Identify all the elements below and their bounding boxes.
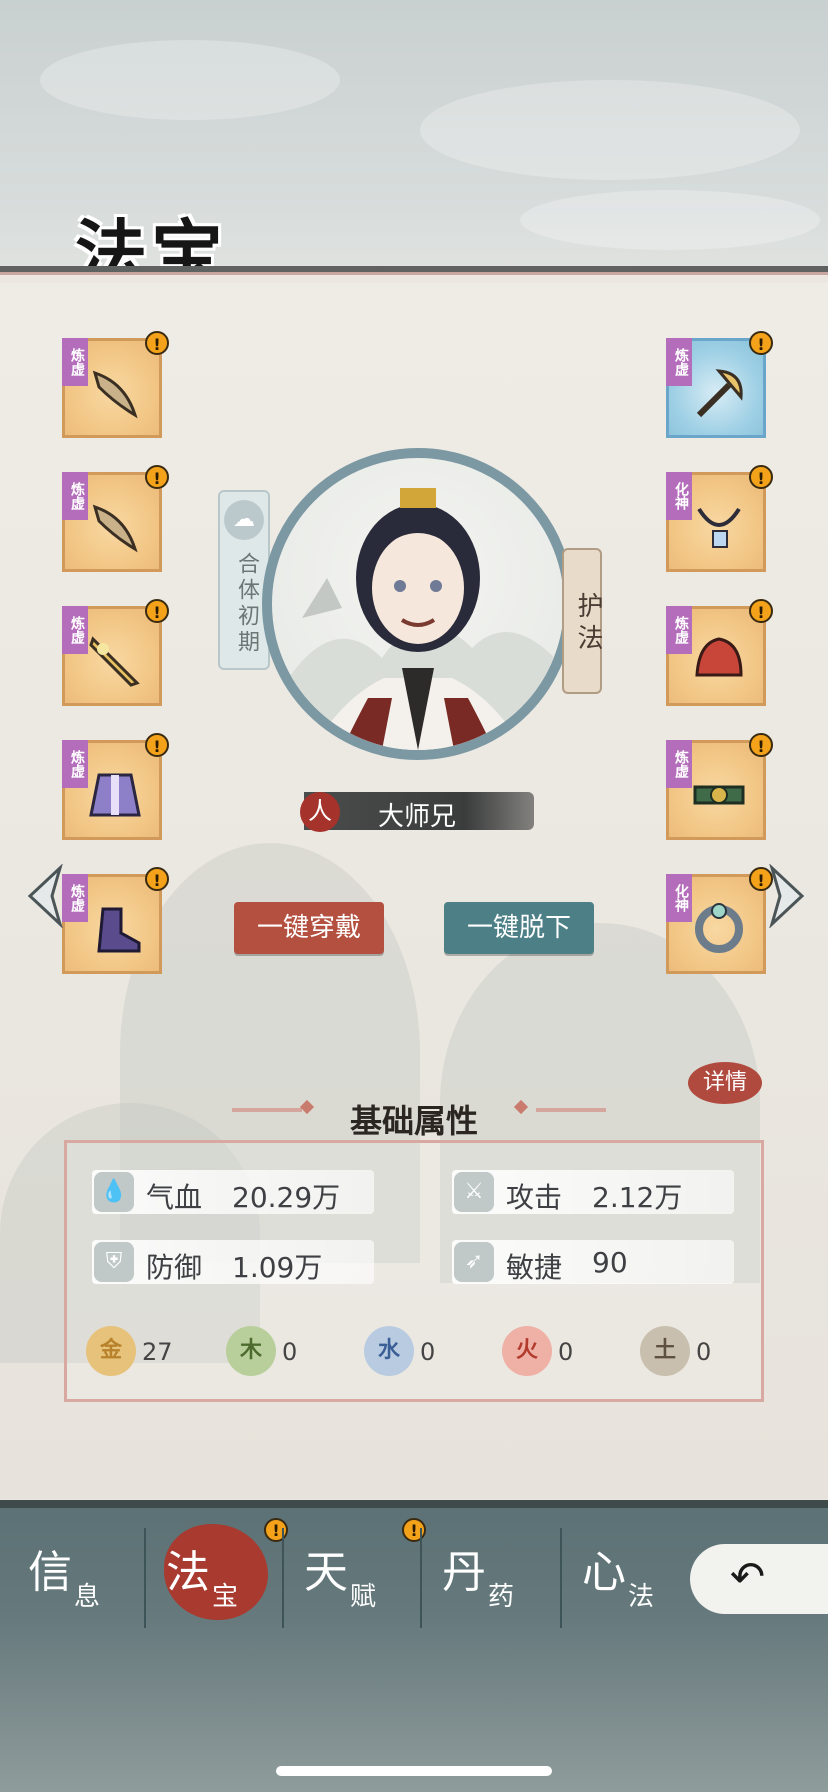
stat-value: 90 bbox=[592, 1246, 628, 1279]
element-affinity-4: 火0 bbox=[502, 1326, 622, 1376]
alert-icon: ! bbox=[145, 733, 169, 757]
cloud-icon: ☁ bbox=[224, 500, 264, 540]
alert-icon: ! bbox=[145, 465, 169, 489]
alert-icon: ! bbox=[145, 599, 169, 623]
red-helmet-icon bbox=[695, 637, 743, 677]
section-title: 基础属性 bbox=[349, 1102, 478, 1140]
tab-main-char: 法 bbox=[166, 1547, 210, 1598]
stat-4: ➶ 敏捷 90 bbox=[452, 1240, 734, 1284]
tab-sub-char: 药 bbox=[488, 1582, 515, 1612]
element-value: 0 bbox=[282, 1338, 298, 1366]
element-value: 27 bbox=[142, 1338, 173, 1366]
tab-separator bbox=[144, 1528, 146, 1628]
element-value: 0 bbox=[696, 1338, 712, 1366]
realm-label: 合体初期 bbox=[234, 552, 259, 656]
golden-sword-icon bbox=[89, 636, 140, 687]
stat-label: 气血 bbox=[146, 1181, 203, 1214]
alert-icon: ! bbox=[145, 867, 169, 891]
element-value: 0 bbox=[420, 1338, 436, 1366]
stat-label: 敏捷 bbox=[506, 1251, 563, 1284]
ring-icon bbox=[695, 903, 743, 953]
blood-drop-icon: 💧 bbox=[94, 1172, 134, 1212]
alert-icon: ! bbox=[749, 599, 773, 623]
element-icon: 土 bbox=[640, 1326, 690, 1376]
alert-icon: ! bbox=[749, 465, 773, 489]
next-arrow-icon[interactable] bbox=[766, 864, 810, 928]
alert-icon: ! bbox=[749, 733, 773, 757]
wing-icon: ➶ bbox=[454, 1242, 494, 1282]
left-equip-slot-4[interactable]: 炼虚! bbox=[62, 733, 169, 840]
robe-armor-icon bbox=[89, 773, 141, 817]
tab-separator bbox=[560, 1528, 562, 1628]
tab-main-char: 天 bbox=[304, 1547, 348, 1598]
element-affinity-2: 木0 bbox=[226, 1326, 346, 1376]
left-equip-slot-2[interactable]: 炼虚! bbox=[62, 465, 169, 572]
nav-tab-5[interactable]: 心法 bbox=[562, 1530, 702, 1620]
curved-blade-icon bbox=[92, 504, 138, 553]
back-button[interactable]: ↶ bbox=[690, 1544, 828, 1614]
right-equip-slot-1[interactable]: 炼虚! bbox=[666, 331, 773, 438]
belt-icon bbox=[693, 785, 745, 805]
character-art bbox=[272, 488, 564, 750]
left-equip-slot-3[interactable]: 炼虚! bbox=[62, 599, 169, 706]
alert-icon: ! bbox=[749, 331, 773, 355]
nav-tab-1[interactable]: 信息 bbox=[8, 1530, 148, 1620]
element-affinity-1: 金 27 bbox=[86, 1326, 206, 1376]
stat-1: 💧 气血 20.29万 bbox=[92, 1170, 374, 1214]
attack-icon: ⚔ bbox=[454, 1172, 494, 1212]
stat-2: ⚔ 攻击 2.12万 bbox=[452, 1170, 734, 1214]
guardian-label: 护法 bbox=[573, 592, 603, 656]
equip-all-button[interactable]: 一键穿戴 bbox=[234, 902, 384, 954]
element-icon: 金 bbox=[86, 1326, 136, 1376]
element-affinity-5: 土0 bbox=[640, 1326, 760, 1376]
right-equip-slot-5[interactable]: 化神! bbox=[666, 867, 773, 974]
element-icon: 木 bbox=[226, 1326, 276, 1376]
stat-3: ⛨ 防御 1.09万 bbox=[92, 1240, 374, 1284]
left-equip-slot-1[interactable]: 炼虚! bbox=[62, 331, 169, 438]
stat-value: 1.09万 bbox=[232, 1251, 323, 1284]
guardian-button[interactable]: 护法 bbox=[562, 548, 603, 694]
alert-icon: ! bbox=[145, 331, 169, 355]
tab-separator bbox=[282, 1528, 284, 1628]
left-equip-slot-5[interactable]: 炼虚! bbox=[62, 867, 169, 974]
nav-tab-3[interactable]: 天赋 bbox=[284, 1530, 424, 1620]
home-indicator[interactable] bbox=[276, 1766, 552, 1776]
tab-sub-char: 宝 bbox=[212, 1582, 239, 1612]
tab-main-char: 信 bbox=[28, 1547, 72, 1598]
necklace-icon bbox=[697, 507, 741, 548]
tab-main-char: 丹 bbox=[442, 1547, 486, 1598]
realm-tab: ☁ 合体初期 bbox=[218, 490, 270, 670]
element-affinity-3: 水0 bbox=[364, 1326, 484, 1376]
tab-separator bbox=[420, 1528, 422, 1628]
right-equip-slot-2[interactable]: 化神! bbox=[666, 465, 773, 572]
boot-icon bbox=[97, 907, 141, 953]
prev-arrow-icon[interactable] bbox=[22, 864, 66, 928]
shield-icon: ⛨ bbox=[94, 1242, 134, 1282]
element-icon: 水 bbox=[364, 1326, 414, 1376]
character-portrait[interactable] bbox=[262, 448, 574, 760]
tab-sub-char: 息 bbox=[74, 1582, 101, 1612]
stat-label: 防御 bbox=[146, 1251, 203, 1284]
stat-value: 2.12万 bbox=[592, 1181, 683, 1214]
stat-label: 攻击 bbox=[506, 1181, 563, 1214]
element-value: 0 bbox=[558, 1338, 574, 1366]
element-icon: 火 bbox=[502, 1326, 552, 1376]
stat-value: 20.29万 bbox=[232, 1181, 341, 1214]
tab-sub-char: 法 bbox=[628, 1582, 655, 1612]
character-name: 大师兄 bbox=[378, 802, 457, 832]
unequip-all-button[interactable]: 一键脱下 bbox=[444, 902, 594, 954]
tab-main-char: 心 bbox=[582, 1547, 626, 1598]
curved-blade-icon bbox=[92, 370, 138, 419]
nav-divider bbox=[0, 1500, 828, 1508]
nav-tab-4[interactable]: 丹药 bbox=[422, 1530, 562, 1620]
race-seal: 人 bbox=[300, 792, 340, 832]
nav-tab-2[interactable]: 法宝 bbox=[146, 1524, 286, 1620]
back-arrow-icon: ↶ bbox=[730, 1552, 766, 1601]
right-equip-slot-3[interactable]: 炼虚! bbox=[666, 599, 773, 706]
tab-sub-char: 赋 bbox=[350, 1582, 377, 1612]
right-equip-slot-4[interactable]: 炼虚! bbox=[666, 733, 773, 840]
fan-staff-icon bbox=[696, 369, 743, 418]
